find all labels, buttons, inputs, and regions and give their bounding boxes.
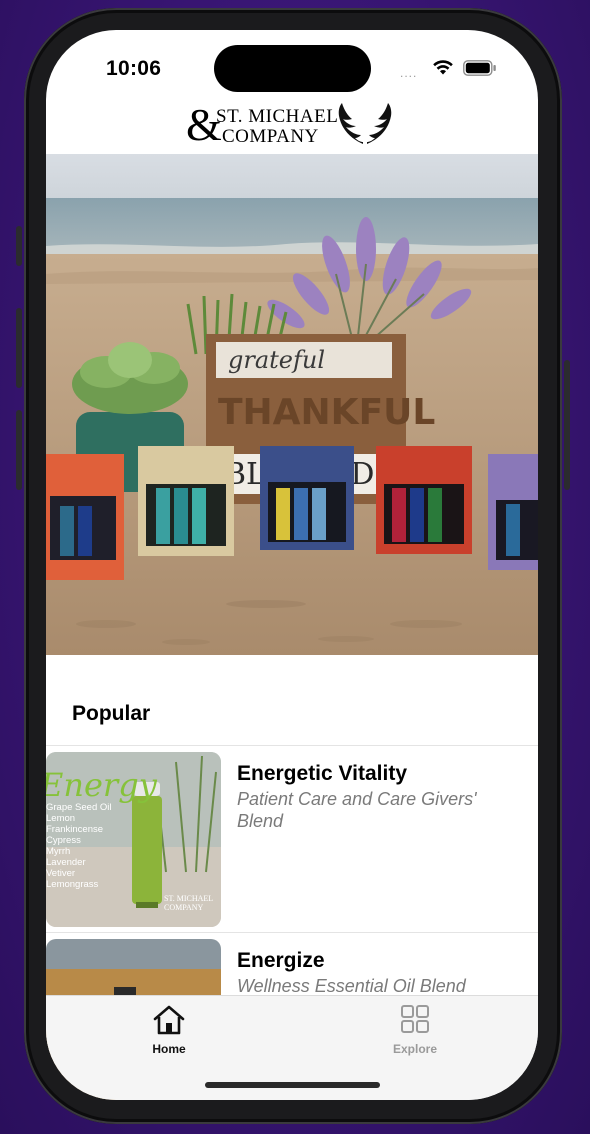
svg-text:THANKFUL: THANKFUL xyxy=(218,392,435,433)
product-thumbnail: Energy Grape Seed Oil Lemon Frankincense… xyxy=(46,752,221,927)
home-icon xyxy=(153,1005,185,1035)
ingredient: Frankincense xyxy=(46,824,104,835)
ingredient: Grape Seed Oil xyxy=(46,802,112,813)
hero-banner-image[interactable]: grateful THANKFUL BLESSED xyxy=(46,154,538,655)
grid-icon xyxy=(401,1005,429,1033)
logo-line1: ST. MICHAEL xyxy=(216,106,339,127)
side-button-mute xyxy=(16,226,22,266)
status-bar: 10:06 .... xyxy=(46,30,538,100)
logo-line2: COMPANY xyxy=(222,126,319,147)
home-indicator[interactable] xyxy=(205,1082,380,1088)
wings-icon xyxy=(338,103,392,144)
item-title: Energize xyxy=(237,949,325,972)
list-item[interactable]: Energize Wellness Essential Oil Blend xyxy=(46,933,538,1100)
hero-photo: grateful THANKFUL BLESSED xyxy=(46,154,538,655)
thumb-logo-line2: COMPANY xyxy=(164,903,204,912)
popular-section-title: Popular xyxy=(72,702,151,725)
thumb-ingredients: Grape Seed Oil Lemon Frankincense Cypres… xyxy=(46,802,111,890)
item-subtitle: Wellness Essential Oil Blend xyxy=(237,976,466,996)
side-button-volume-up xyxy=(16,308,22,388)
ingredient: Lavender xyxy=(46,857,86,868)
ingredient: Myrrh xyxy=(46,846,71,857)
thumb-logo-line1: ST. MICHAEL xyxy=(164,894,214,903)
side-button-volume-down xyxy=(16,410,22,490)
thumb-heading: Energy xyxy=(46,766,157,804)
battery-icon xyxy=(463,60,496,76)
brand-logo[interactable]: & ST. MICHAEL COMPANY xyxy=(186,100,396,148)
dynamic-island xyxy=(214,45,371,92)
tab-home-label: Home xyxy=(152,1042,186,1056)
tab-home[interactable]: Home xyxy=(104,996,234,1066)
ingredient: Lemon xyxy=(46,813,76,824)
wifi-icon xyxy=(433,60,453,75)
tab-explore-label: Explore xyxy=(392,1042,437,1056)
list-item[interactable]: Energy Grape Seed Oil Lemon Frankincense… xyxy=(46,746,538,933)
app-screen: 10:06 .... & ST. MICHAEL COMPANY gratefu… xyxy=(46,30,538,1100)
signal-dots: .... xyxy=(400,66,418,80)
status-time: 10:06 xyxy=(106,57,162,80)
thumb-logo: ST. MICHAEL COMPANY xyxy=(164,894,213,912)
ingredient: Vetiver xyxy=(46,868,76,879)
tab-explore[interactable]: Explore xyxy=(350,996,480,1066)
side-button-power xyxy=(564,360,570,490)
item-title: Energetic Vitality xyxy=(237,762,408,785)
item-subtitle: Patient Care and Care Givers' Blend xyxy=(237,789,477,831)
ingredient: Cypress xyxy=(46,835,81,846)
ingredient: Lemongrass xyxy=(46,879,99,890)
svg-text:grateful: grateful xyxy=(228,346,325,374)
